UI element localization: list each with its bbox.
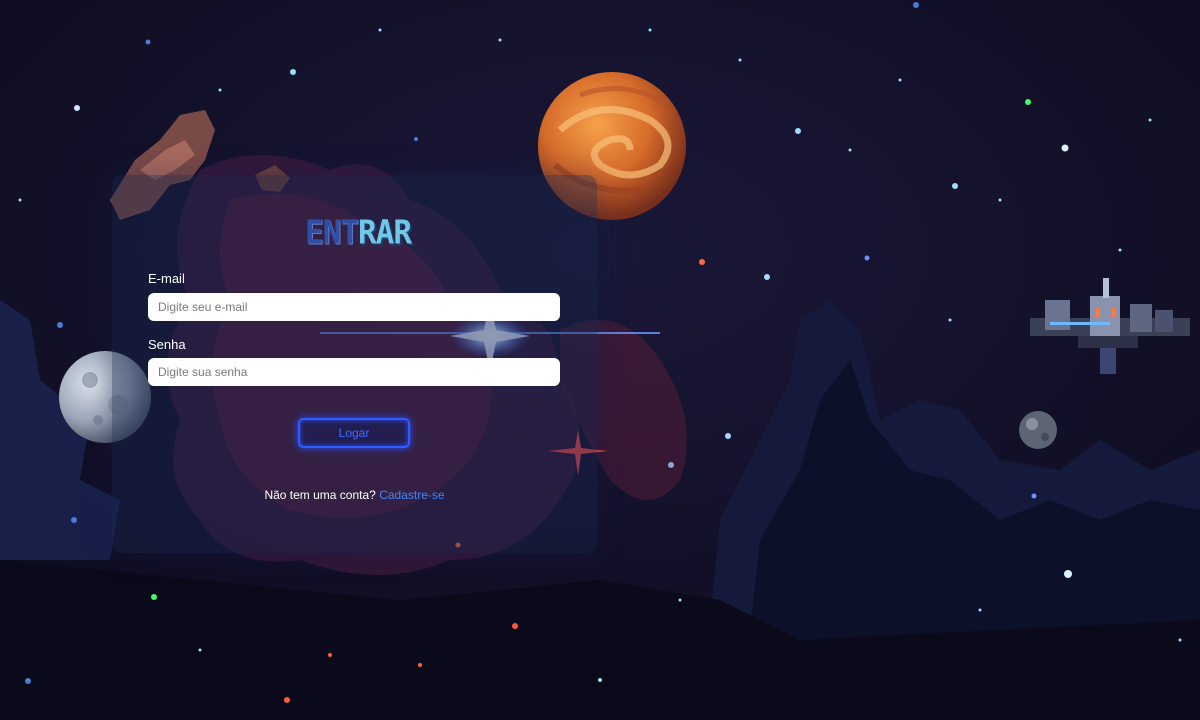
login-card: ENTRAR E-mail Senha Logar Não tem uma co…: [112, 175, 597, 553]
asteroid-icon: [1019, 411, 1057, 449]
password-field[interactable]: [148, 358, 560, 386]
login-button[interactable]: Logar: [298, 418, 410, 448]
password-label: Senha: [148, 337, 186, 352]
title-part-b: RAR: [358, 214, 412, 252]
signup-link[interactable]: Cadastre-se: [379, 488, 444, 502]
email-field[interactable]: [148, 293, 560, 321]
signup-prompt-row: Não tem uma conta? Cadastre-se: [112, 488, 597, 502]
signup-prompt: Não tem uma conta?: [264, 488, 376, 502]
page-title: ENTRAR: [305, 214, 412, 252]
email-label: E-mail: [148, 271, 185, 286]
title-part-a: ENT: [305, 214, 359, 252]
